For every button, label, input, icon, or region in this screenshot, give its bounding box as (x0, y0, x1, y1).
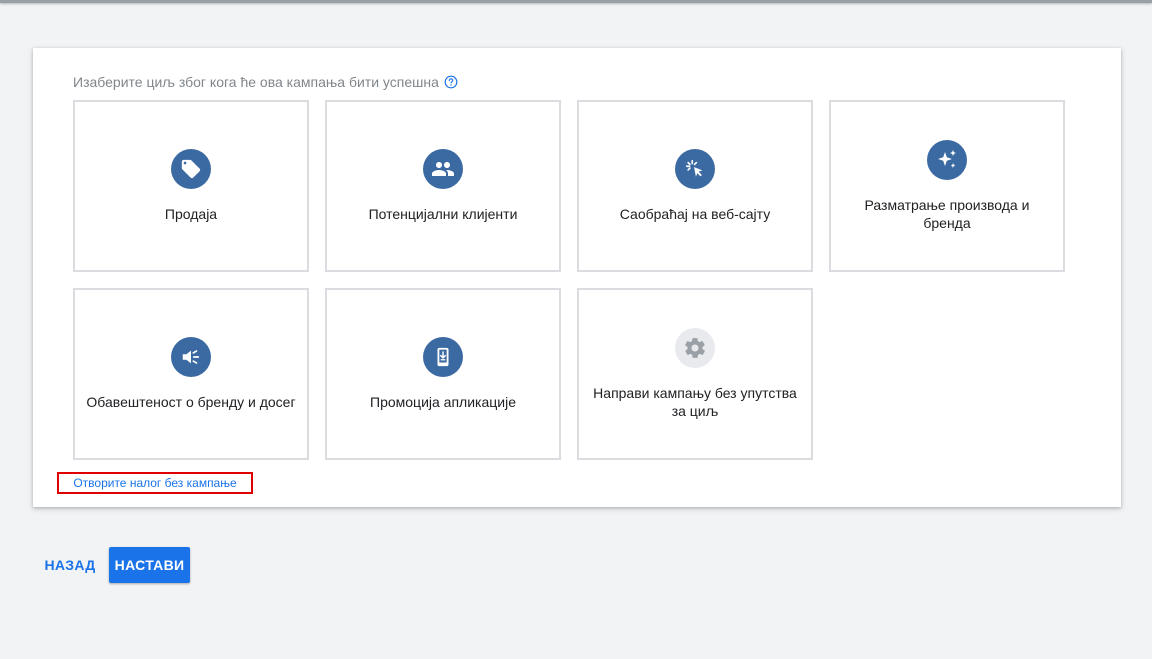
people-icon (423, 149, 463, 189)
megaphone-icon (171, 337, 211, 377)
goal-tile-leads[interactable]: Потенцијални клијенти (325, 100, 561, 272)
goal-label: Продаја (164, 206, 218, 222)
no-campaign-link[interactable]: Отворите налог без кампање (57, 472, 253, 494)
goal-label: Направи кампању без упутства за циљ (593, 385, 797, 419)
goal-selection-card: Изаберите циљ због кога ће ова кампања б… (33, 48, 1121, 507)
goal-tile-no-goal[interactable]: Направи кампању без упутства за циљ (577, 288, 813, 460)
goal-tile-app-promotion[interactable]: Промоција апликације (325, 288, 561, 460)
goal-tile-product-consideration[interactable]: Разматрање производа и бренда (829, 100, 1065, 272)
sparkle-icon (927, 140, 967, 180)
goal-tile-brand-awareness[interactable]: Обавештеност о бренду и досег (73, 288, 309, 460)
tag-icon (171, 149, 211, 189)
goal-label: Потенцијални клијенти (368, 206, 518, 222)
goal-tile-website-traffic[interactable]: Саобраћај на веб-сајту (577, 100, 813, 272)
top-bar (0, 0, 1152, 3)
cursor-click-icon (675, 149, 715, 189)
gear-icon (675, 328, 715, 368)
goal-tile-sales[interactable]: Продаја (73, 100, 309, 272)
goal-label: Разматрање производа и бренда (864, 197, 1030, 231)
help-circle-icon[interactable] (444, 75, 458, 89)
phone-download-icon (423, 337, 463, 377)
goal-label: Промоција апликације (370, 394, 516, 410)
goal-label: Саобраћај на веб-сајту (619, 206, 771, 222)
goal-prompt: Изаберите циљ због кога ће ова кампања б… (73, 72, 458, 92)
continue-button[interactable]: НАСТАВИ (109, 547, 190, 583)
goal-label: Обавештеност о бренду и досег (86, 394, 296, 410)
back-button[interactable]: НАЗАД (40, 547, 100, 583)
goal-prompt-text: Изаберите циљ због кога ће ова кампања б… (73, 74, 439, 90)
